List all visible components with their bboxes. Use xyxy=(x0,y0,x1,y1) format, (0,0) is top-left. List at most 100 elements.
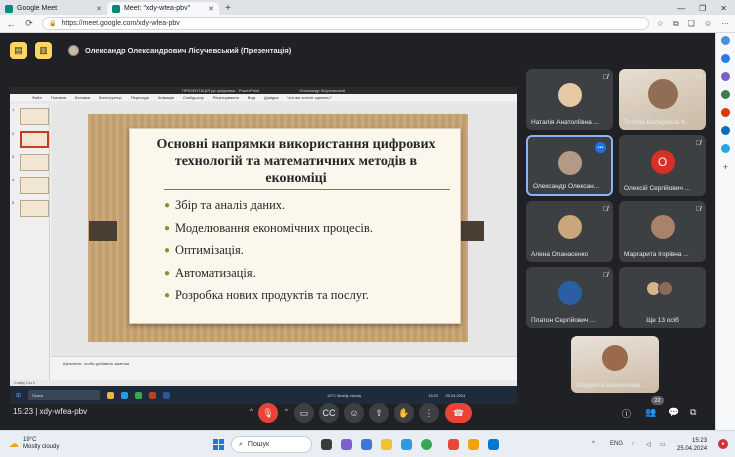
battery-icon[interactable]: ▭ xyxy=(660,441,666,448)
favorites-icon[interactable]: ☆ xyxy=(657,19,664,29)
wifi-icon[interactable]: ◜ xyxy=(632,441,634,448)
new-tab-button[interactable]: + xyxy=(219,2,237,15)
copilot-icon[interactable] xyxy=(721,36,730,45)
back-icon[interactable]: ← xyxy=(6,19,16,29)
present-screen-button[interactable]: ⇧ xyxy=(369,403,389,423)
participant-name: Наталія Анатоліївна ... xyxy=(531,119,599,126)
games-icon[interactable] xyxy=(721,90,730,99)
clock-date: 25.04.2024 xyxy=(677,446,708,452)
pin-presentation-button[interactable]: ▥ xyxy=(35,41,52,59)
more-options-button[interactable]: ⋮ xyxy=(419,403,439,423)
participant-tile[interactable]: 🎙̸ Алена Опанасенко xyxy=(526,201,613,262)
weather-widget[interactable]: ☁ 19°C Mostly cloudy xyxy=(9,437,59,451)
volume-icon[interactable]: ◁ xyxy=(646,441,651,448)
bullet-item: ● Збір та аналіз даних. xyxy=(164,197,373,220)
slide-counter: Слайд 2 из 5 xyxy=(14,381,35,385)
participant-tile-video[interactable]: 🎙̸ Тетяна Валеріївна К... xyxy=(619,69,706,130)
thumb-number: 5 xyxy=(12,200,15,205)
meeting-details-icon[interactable]: ⓘ xyxy=(622,407,631,420)
tab-google-meet[interactable]: Google Meet ✕ xyxy=(0,2,107,15)
slide-thumbnail-selected[interactable] xyxy=(20,131,49,148)
ppt-ribbon-tabs: Файл Головна Вставка Конструктор Переходи Ані… xyxy=(10,94,517,101)
task-view-icon[interactable] xyxy=(321,439,332,450)
participant-tile[interactable]: О 🎙̸ Олексій Сергійович ... xyxy=(619,135,706,196)
slide-thumbnail[interactable] xyxy=(20,177,49,194)
more-participants-tile[interactable]: Ще 13 осіб xyxy=(619,267,706,328)
store-icon[interactable] xyxy=(468,439,479,450)
close-tab-icon[interactable]: ✕ xyxy=(208,5,214,13)
taskbar-search[interactable]: ⌕ Пошук xyxy=(231,436,312,453)
participant-tile[interactable]: 🎙̸ Платон Сергійович ... xyxy=(526,267,613,328)
people-icon[interactable]: 👥 xyxy=(645,407,656,418)
tray-chevron-icon[interactable]: ^ xyxy=(592,441,595,447)
outlook-icon[interactable] xyxy=(721,126,730,135)
tools-icon[interactable] xyxy=(721,72,730,81)
minimize-icon[interactable]: — xyxy=(677,2,685,15)
office-icon[interactable] xyxy=(721,108,730,117)
mic-off-icon: 🎙̸ xyxy=(695,140,701,147)
add-icon[interactable]: + xyxy=(723,162,728,172)
meet-control-bar: 15:23 | xdy-wfea-pbv ^ 🎙 ^ ▭ CC ☺ ⇧ ✋ ⋮ … xyxy=(0,396,715,430)
menu-dots-icon[interactable]: ⋯ xyxy=(721,19,729,29)
slide-thumbnail[interactable] xyxy=(20,108,49,125)
bullet-item: ● Оптимізація. xyxy=(164,242,373,265)
participant-tile[interactable]: 🎙̸ Наталія Анатоліївна ... xyxy=(526,69,613,130)
mail-icon[interactable] xyxy=(488,439,499,450)
split-screen-icon[interactable]: ⧉ xyxy=(673,19,679,29)
activities-icon[interactable]: ⧉ xyxy=(690,407,696,418)
thumb-number: 1 xyxy=(12,107,15,112)
participant-tile-speaking[interactable]: ••• Олександр Олексан... xyxy=(526,135,613,196)
speaking-indicator-icon: ••• xyxy=(595,142,606,153)
teams-icon[interactable] xyxy=(341,439,352,450)
profile-icon[interactable]: ☺ xyxy=(704,19,712,29)
bullet-item: ● Автоматизація. xyxy=(164,265,373,288)
notification-app-icon[interactable] xyxy=(448,439,459,450)
layout-toggle-button[interactable]: ▤ xyxy=(10,41,27,59)
close-tab-icon[interactable]: ✕ xyxy=(96,5,102,13)
camera-toggle-button[interactable]: ▭ xyxy=(294,403,314,423)
search-icon: ⌕ xyxy=(239,440,243,448)
participant-name: Олександр Олексан... xyxy=(533,183,600,190)
leave-call-button[interactable]: ☎ xyxy=(445,403,472,423)
bullet-icon: ● xyxy=(164,245,171,256)
slide-title-line: Основні напрямки використання цифрових xyxy=(156,137,436,152)
avatar xyxy=(557,215,582,239)
reload-icon[interactable]: ⟳ xyxy=(24,18,34,29)
self-view-tile[interactable]: Людмила Валентинів... xyxy=(571,336,659,393)
maximize-icon[interactable]: ❐ xyxy=(699,2,706,15)
avatar xyxy=(647,79,678,109)
file-explorer-icon[interactable] xyxy=(381,439,392,450)
slide-thumbnail[interactable] xyxy=(20,154,49,171)
edge-browser-icon[interactable] xyxy=(401,439,412,450)
video-options-icon[interactable]: ^ xyxy=(285,409,288,415)
emoji-reactions-button[interactable]: ☺ xyxy=(344,403,364,423)
notes-pane[interactable]: Щелкните, чтобы добавить заметки xyxy=(51,356,517,380)
close-window-icon[interactable]: ✕ xyxy=(720,2,727,15)
language-indicator[interactable]: ENG xyxy=(610,441,623,447)
ppt-ribbon-tab: Переходи xyxy=(130,95,149,100)
collections-icon[interactable]: ❏ xyxy=(688,19,695,29)
weather-cloud-icon: ☁ xyxy=(9,438,19,450)
slide-thumbnail[interactable] xyxy=(20,200,49,217)
chrome-icon[interactable] xyxy=(421,439,432,450)
ppt-ribbon-tab: Довідка xyxy=(264,95,279,100)
shopping-icon[interactable] xyxy=(721,54,730,63)
telegram-icon[interactable] xyxy=(721,144,730,153)
mic-toggle-button[interactable]: 🎙 xyxy=(258,403,278,423)
windows-taskbar: ☁ 19°C Mostly cloudy ⌕ Пошук ^ ENG ◜ ◁ ▭… xyxy=(0,430,735,457)
raise-hand-button[interactable]: ✋ xyxy=(394,403,414,423)
url-field[interactable]: 🔒 https://meet.google.com/xdy-wfea-pbv xyxy=(42,17,649,30)
clock-time: 15:23 xyxy=(692,438,708,444)
captions-button[interactable]: CC xyxy=(319,403,339,423)
chat-icon[interactable]: 💬 xyxy=(668,407,679,418)
windows-start-icon[interactable] xyxy=(213,439,224,450)
chat-app-icon[interactable] xyxy=(361,439,372,450)
tab-meet-active[interactable]: Meet: "xdy-wfea-pbv" ✕ xyxy=(107,2,219,15)
audio-options-icon[interactable]: ^ xyxy=(250,409,253,415)
ppt-ribbon-tab: Вставка xyxy=(75,95,90,100)
meet-header: ▤ ▥ Олександр Олександрович Лісучевський… xyxy=(10,41,291,59)
notifications-icon[interactable]: ● xyxy=(718,439,728,449)
taskbar-clock[interactable]: 15:23 25.04.2024 xyxy=(677,437,707,453)
mic-off-icon: 🎙̸ xyxy=(695,206,701,213)
participant-tile[interactable]: 🎙̸ Маргарита Ігорівна ... xyxy=(619,201,706,262)
